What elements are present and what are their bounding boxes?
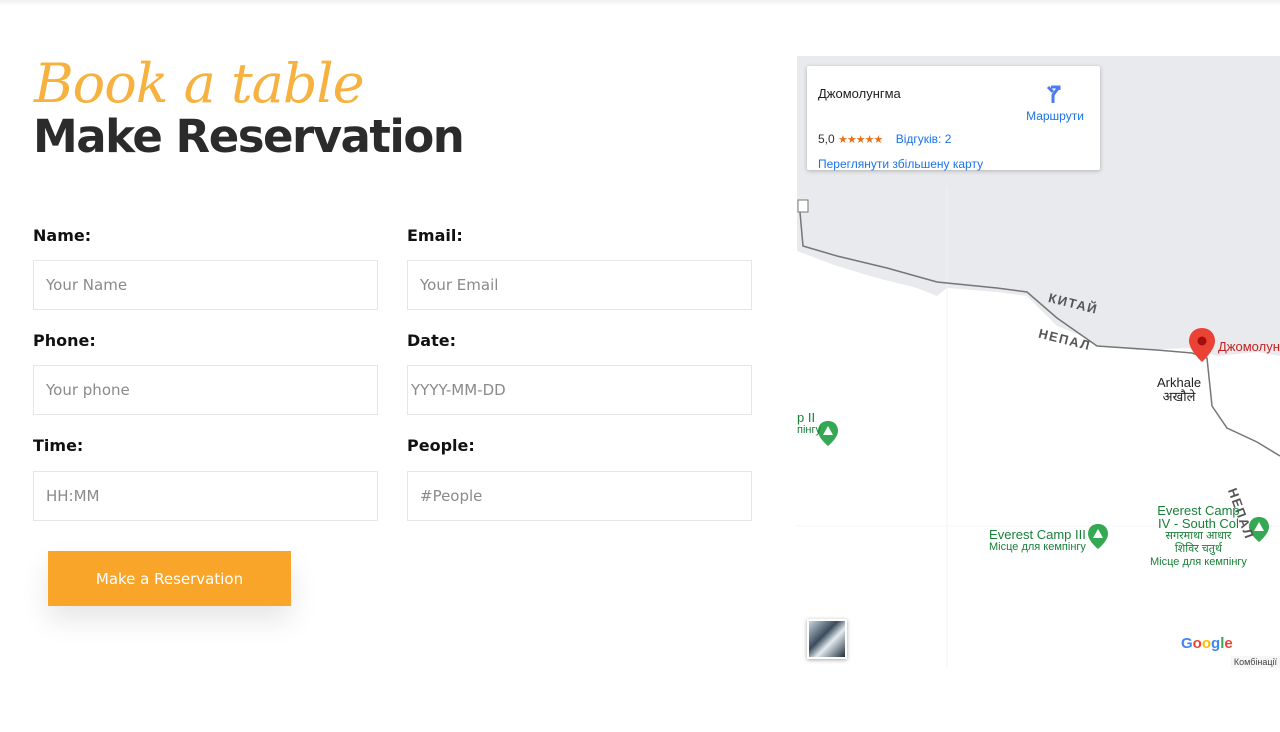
pin-label: Джомолун — [1218, 339, 1280, 354]
view-larger-map-link[interactable]: Переглянути збільшену карту — [818, 157, 983, 171]
date-label: Date: — [407, 331, 456, 350]
date-input[interactable] — [407, 365, 752, 415]
map-attribution[interactable]: Комбінації — [1230, 656, 1280, 668]
poi-camp-4[interactable]: Everest Camp IV - South Col सगरमाथा आधार… — [1150, 504, 1247, 569]
people-label: People: — [407, 436, 475, 455]
place-name: Джомолунгма — [818, 86, 901, 101]
directions-button[interactable]: Маршрути — [1025, 84, 1085, 123]
rating-row: 5,0 ★★★★★ Відгуків: 2 — [818, 132, 951, 146]
email-input[interactable] — [407, 260, 752, 310]
name-label: Name: — [33, 226, 92, 245]
directions-icon — [1045, 85, 1065, 108]
directions-label: Маршрути — [1026, 109, 1084, 123]
star-rating-icon: ★★★★★ — [838, 134, 883, 146]
people-input[interactable] — [407, 471, 752, 521]
rating-value: 5,0 — [818, 132, 835, 146]
name-input[interactable] — [33, 260, 378, 310]
make-reservation-button[interactable]: Make a Reservation — [48, 551, 291, 606]
satellite-layer-toggle[interactable] — [807, 619, 847, 659]
reviews-link[interactable]: Відгуків: 2 — [896, 132, 952, 146]
location-pin — [1189, 328, 1215, 362]
poi-camp-2[interactable]: p II пінгу — [797, 411, 821, 437]
place-info-card: Джомолунгма Маршрути 5,0 ★★★★★ Відгуків:… — [807, 66, 1100, 171]
time-label: Time: — [33, 436, 84, 455]
time-input[interactable] — [33, 471, 378, 521]
phone-input[interactable] — [33, 365, 378, 415]
script-title: Book a table — [34, 52, 365, 115]
email-label: Email: — [407, 226, 463, 245]
top-shadow — [0, 0, 1280, 6]
page-title: Make Reservation — [33, 110, 465, 163]
poi-camp-3[interactable]: Everest Camp III Місце для кемпінгу — [989, 528, 1086, 554]
google-logo: Google — [1181, 635, 1233, 652]
village-label: Arkhale अखौले — [1157, 375, 1202, 404]
map-embed[interactable]: Джомолунгма Маршрути 5,0 ★★★★★ Відгуків:… — [797, 56, 1280, 668]
phone-label: Phone: — [33, 331, 96, 350]
